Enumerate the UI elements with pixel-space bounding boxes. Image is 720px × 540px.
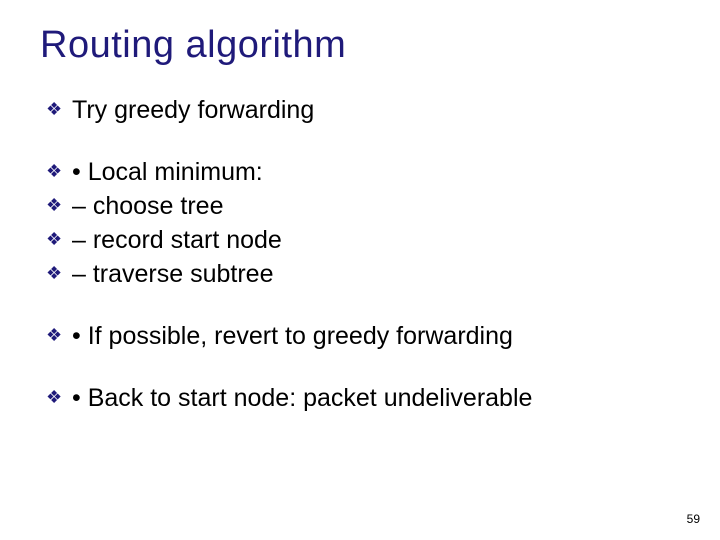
diamond-icon: ❖ (40, 383, 72, 411)
bullet-text: • Local minimum: (72, 157, 263, 187)
list-item: ❖ – record start node (40, 225, 680, 255)
bullet-text: – choose tree (72, 191, 224, 221)
list-item: ❖ – choose tree (40, 191, 680, 221)
list-item: ❖ • If possible, revert to greedy forwar… (40, 321, 680, 351)
diamond-icon: ❖ (40, 225, 72, 253)
bullet-list: ❖ Try greedy forwarding ❖ • Local minimu… (40, 95, 680, 413)
list-item: ❖ • Back to start node: packet undeliver… (40, 383, 680, 413)
diamond-icon: ❖ (40, 321, 72, 349)
list-item: ❖ • Local minimum: (40, 157, 680, 187)
list-item: ❖ Try greedy forwarding (40, 95, 680, 125)
bullet-text: – traverse subtree (72, 259, 274, 289)
slide-title: Routing algorithm (40, 24, 680, 67)
diamond-icon: ❖ (40, 191, 72, 219)
list-gap (40, 293, 680, 317)
bullet-text: – record start node (72, 225, 282, 255)
diamond-icon: ❖ (40, 95, 72, 123)
list-item: ❖ – traverse subtree (40, 259, 680, 289)
diamond-icon: ❖ (40, 259, 72, 287)
page-number: 59 (687, 512, 700, 526)
diamond-icon: ❖ (40, 157, 72, 185)
list-gap (40, 355, 680, 379)
bullet-text: • If possible, revert to greedy forwardi… (72, 321, 513, 351)
slide: Routing algorithm ❖ Try greedy forwardin… (0, 0, 720, 540)
bullet-text: Try greedy forwarding (72, 95, 314, 125)
list-gap (40, 129, 680, 153)
bullet-text: • Back to start node: packet undeliverab… (72, 383, 532, 413)
